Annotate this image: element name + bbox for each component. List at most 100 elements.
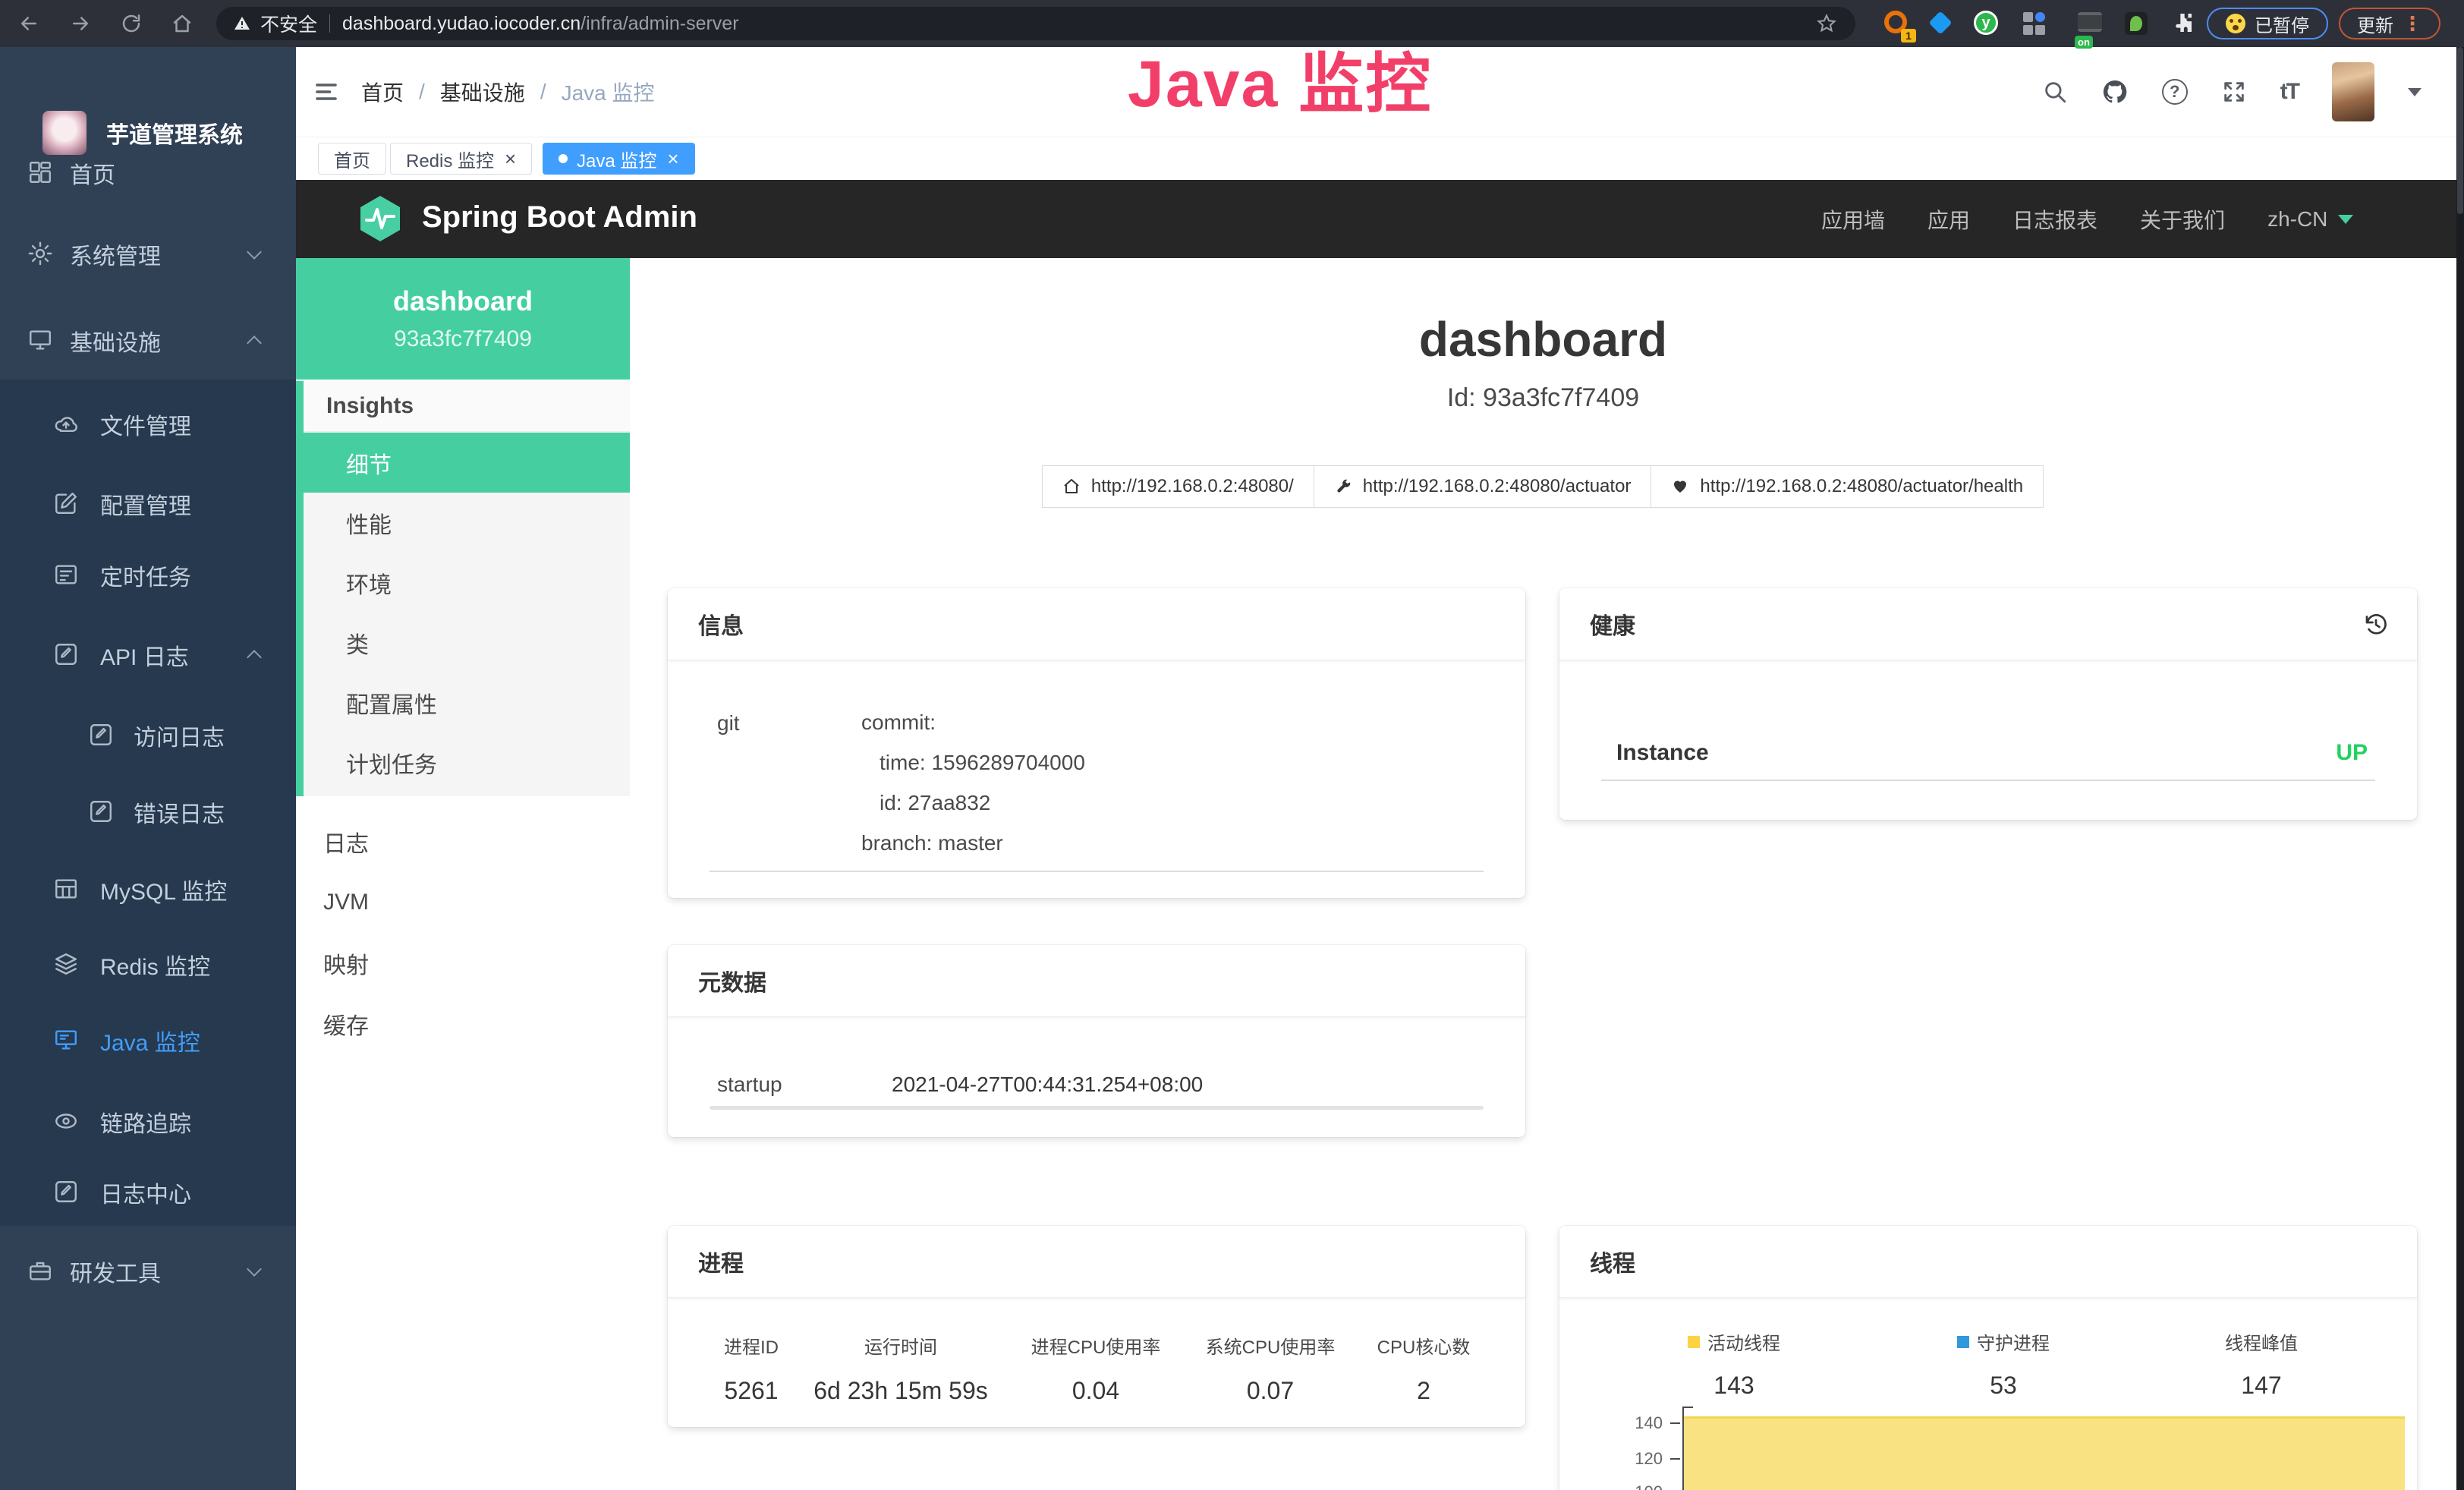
extension-pin-icon[interactable]	[1928, 11, 1954, 36]
sba-item-mappings[interactable]: 映射	[296, 933, 630, 994]
help-icon[interactable]	[2162, 79, 2188, 105]
instance-header[interactable]: dashboard 93a3fc7f7409	[296, 258, 630, 380]
annotation-text: Java 监控	[1128, 30, 1432, 125]
reload-icon[interactable]	[116, 8, 146, 39]
emoji-face-icon	[2226, 14, 2245, 33]
extension-orange-icon[interactable]: 1	[1884, 11, 1910, 36]
scrollbar[interactable]	[2456, 47, 2464, 1490]
sidebar-item-files[interactable]: 文件管理	[0, 400, 296, 449]
instance-links: http://192.168.0.2:48080/ http://192.168…	[630, 465, 2456, 508]
sidebar-item-system[interactable]: 系统管理	[0, 230, 296, 279]
tab-redis[interactable]: Redis 监控	[390, 143, 532, 175]
chevron-down-icon	[2338, 215, 2353, 224]
chevron-down-icon[interactable]	[2408, 88, 2422, 96]
chevron-up-icon	[247, 650, 262, 665]
tab-home[interactable]: 首页	[318, 143, 386, 175]
sidebar-item-java[interactable]: Java 监控	[0, 1016, 296, 1065]
paused-badge[interactable]: 已暂停	[2207, 8, 2328, 39]
legend-blue-icon	[1957, 1336, 1969, 1348]
sba-item-config-props[interactable]: 配置属性	[304, 673, 630, 732]
page-title: dashboard	[630, 311, 2456, 367]
sba-item-metrics[interactable]: 性能	[304, 493, 630, 553]
avatar[interactable]	[2332, 62, 2374, 121]
font-size-icon[interactable]	[2280, 79, 2299, 105]
sba-brand-title[interactable]: Spring Boot Admin	[422, 200, 697, 235]
sidebar-item-jobs[interactable]: 定时任务	[0, 551, 296, 600]
scrollbar-thumb[interactable]	[2457, 47, 2463, 214]
active-dot	[559, 154, 568, 163]
extension-badge: 1	[1901, 29, 1916, 43]
sba-nav-journal[interactable]: 日志报表	[2012, 204, 2097, 235]
metadata-card: 元数据 startup 2021-04-27T00:44:31.254+08:0…	[668, 945, 1525, 1137]
forward-icon[interactable]	[65, 8, 96, 39]
sba-logo-icon[interactable]	[357, 194, 404, 243]
sidebar-item-redis[interactable]: Redis 监控	[0, 940, 296, 989]
screen: 不安全 dashboard.yudao.iocoder.cn/infra/adm…	[0, 0, 2464, 1490]
sba-item-logs[interactable]: 日志	[296, 811, 630, 872]
card-title: 进程	[668, 1226, 1525, 1298]
y-tick-label: 120	[1599, 1449, 1663, 1469]
breadcrumb-separator	[540, 80, 546, 104]
sidebar-item-error-log[interactable]: 错误日志	[0, 788, 296, 836]
address-bar[interactable]: 不安全 dashboard.yudao.iocoder.cn/infra/adm…	[216, 7, 1855, 40]
sidebar-item-infra[interactable]: 基础设施	[0, 317, 296, 365]
sba-item-jvm[interactable]: JVM	[296, 872, 630, 933]
status-badge: UP	[2336, 740, 2368, 766]
close-icon[interactable]	[656, 147, 678, 171]
actuator-url-link[interactable]: http://192.168.0.2:48080/actuator	[1314, 465, 1652, 508]
home-icon[interactable]	[167, 8, 197, 39]
sidebar-item-home[interactable]: 首页	[0, 149, 296, 197]
extension-grid-icon[interactable]	[2023, 12, 2049, 38]
y-tick	[1670, 1458, 1680, 1460]
history-icon[interactable]	[2362, 611, 2390, 638]
close-icon[interactable]	[494, 147, 516, 171]
home-icon	[1062, 477, 1081, 496]
bookmark-star-icon[interactable]	[1816, 13, 1837, 34]
sba-nav: 应用墙 应用 日志报表 关于我们 zh-CN	[1821, 180, 2353, 258]
tab-java[interactable]: Java 监控	[543, 143, 695, 175]
process-card: 进程 进程ID5261 运行时间6d 23h 15m 59s 进程CPU使用率0…	[668, 1226, 1525, 1427]
sba-item-classes[interactable]: 类	[304, 613, 630, 673]
sba-bottom-group: 日志 JVM 映射 缓存	[296, 811, 630, 1054]
breadcrumb-infra[interactable]: 基础设施	[440, 77, 525, 107]
instance-id: 93a3fc7f7409	[296, 326, 630, 352]
sidebar-item-access-log[interactable]: 访问日志	[0, 711, 296, 760]
sidebar-item-log-center[interactable]: 日志中心	[0, 1168, 296, 1217]
sba-nav-applications[interactable]: 应用	[1927, 204, 1970, 235]
fullscreen-icon[interactable]	[2221, 79, 2247, 105]
y-tick-label: 140	[1599, 1413, 1663, 1433]
sba-item-environment[interactable]: 环境	[304, 553, 630, 613]
sidebar-item-config[interactable]: 配置管理	[0, 480, 296, 528]
security-label[interactable]: 不安全	[260, 10, 317, 37]
menu-dots-icon	[2403, 12, 2422, 36]
extensions-puzzle-icon[interactable]	[2170, 11, 2196, 36]
locale-select[interactable]: zh-CN	[2267, 207, 2353, 232]
gear-icon	[27, 241, 55, 268]
edit-icon	[53, 490, 80, 518]
extension-y-icon[interactable]: y	[1974, 11, 2000, 36]
hamburger-icon[interactable]	[313, 78, 340, 106]
divider	[329, 14, 330, 33]
search-icon[interactable]	[2042, 79, 2068, 105]
sba-item-scheduled-tasks[interactable]: 计划任务	[304, 732, 630, 792]
health-url-link[interactable]: http://192.168.0.2:48080/actuator/health	[1651, 465, 2044, 508]
brand-title: 芋道管理系统	[106, 116, 243, 150]
sba-nav-about[interactable]: 关于我们	[2140, 204, 2225, 235]
extension-switch-icon[interactable]: on	[2078, 12, 2104, 38]
update-button[interactable]: 更新	[2339, 8, 2440, 39]
chevron-down-icon	[247, 244, 262, 260]
sidebar-item-dev-tools[interactable]: 研发工具	[0, 1247, 296, 1296]
sidebar-item-api-log[interactable]: API 日志	[0, 631, 296, 679]
breadcrumb-home[interactable]: 首页	[361, 77, 404, 107]
sba-item-details[interactable]: 细节	[304, 433, 630, 493]
back-icon[interactable]	[14, 8, 44, 39]
service-url-link[interactable]: http://192.168.0.2:48080/	[1042, 465, 1314, 508]
sba-nav-wallboard[interactable]: 应用墙	[1821, 204, 1885, 235]
extension-leaf-icon[interactable]	[2125, 12, 2151, 38]
sidebar-item-mysql[interactable]: MySQL 监控	[0, 865, 296, 914]
breadcrumb-separator	[419, 80, 425, 104]
github-icon[interactable]	[2101, 78, 2129, 106]
heart-icon	[1671, 477, 1689, 496]
sidebar-item-tracing[interactable]: 链路追踪	[0, 1098, 296, 1146]
sba-item-caches[interactable]: 缓存	[296, 994, 630, 1054]
